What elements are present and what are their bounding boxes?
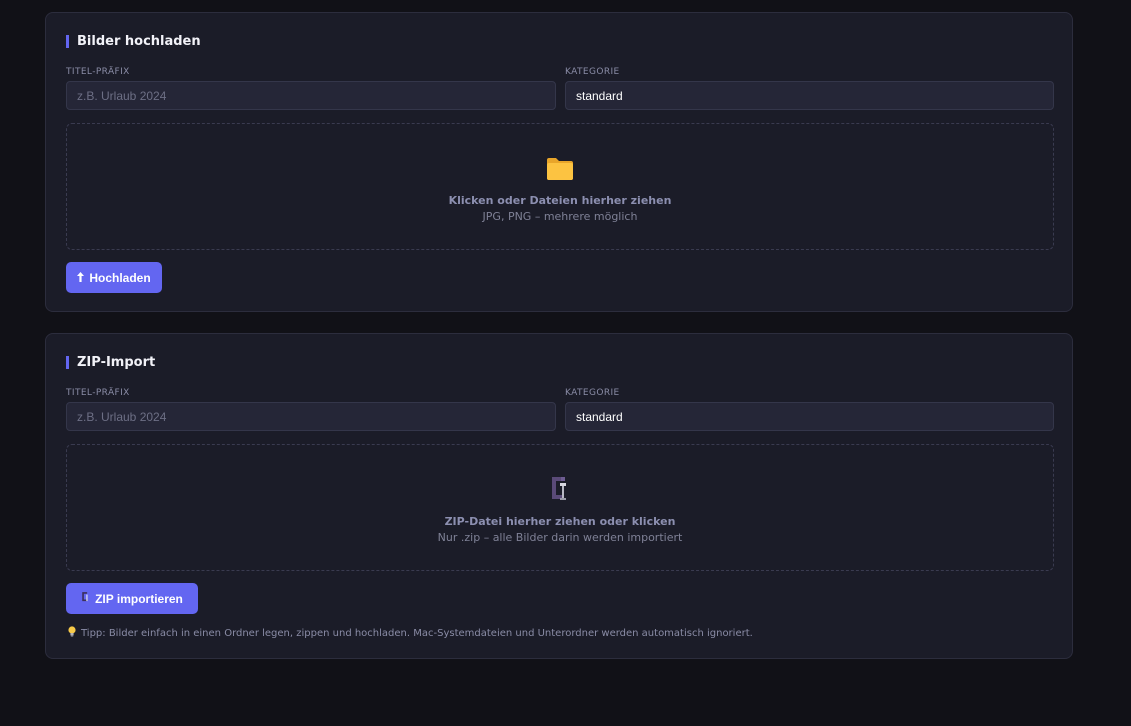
upload-button[interactable]: Hochladen (66, 262, 162, 293)
image-drop-zone[interactable]: Klicken oder Dateien hierher ziehen JPG,… (66, 123, 1054, 250)
zip-title-prefix-label: TITEL-PRÄFIX (66, 388, 130, 398)
lightbulb-icon (68, 626, 76, 640)
zip-import-button-label: ZIP importieren (95, 591, 183, 606)
zip-category-label: KATEGORIE (565, 388, 620, 398)
folder-icon (545, 156, 575, 186)
title-prefix-input[interactable] (66, 81, 556, 110)
upload-arrow-icon (77, 271, 85, 285)
upload-button-label: Hochladen (89, 270, 151, 285)
zip-card-title: ZIP-Import (66, 356, 155, 369)
zip-drop-zone[interactable]: ZIP-Datei hierher ziehen oder klicken Nu… (66, 444, 1054, 571)
zip-title-prefix-input[interactable] (66, 402, 556, 431)
zip-import-card: ZIP-Import TITEL-PRÄFIX KATEGORIE ZIP-Da… (45, 333, 1073, 659)
category-label: KATEGORIE (565, 67, 620, 77)
drop-zone-subtitle: JPG, PNG – mehrere möglich (482, 210, 638, 223)
title-prefix-label: TITEL-PRÄFIX (66, 67, 130, 77)
drop-zone-title: Klicken oder Dateien hierher ziehen (448, 194, 672, 207)
upload-card-title: Bilder hochladen (66, 35, 201, 48)
tip-label: Tipp: Bilder einfach in einen Ordner leg… (81, 627, 753, 639)
zip-import-button[interactable]: ZIP importieren (66, 583, 198, 614)
zip-category-input[interactable] (565, 402, 1054, 431)
tip-text: Tipp: Bilder einfach in einen Ordner leg… (68, 626, 753, 640)
upload-card: Bilder hochladen TITEL-PRÄFIX KATEGORIE … (45, 12, 1073, 312)
clamp-icon (81, 591, 90, 606)
zip-drop-zone-title: ZIP-Datei hierher ziehen oder klicken (444, 515, 676, 528)
zip-drop-zone-subtitle: Nur .zip – alle Bilder darin werden impo… (437, 531, 683, 544)
category-input[interactable] (565, 81, 1054, 110)
clamp-icon (549, 475, 571, 507)
